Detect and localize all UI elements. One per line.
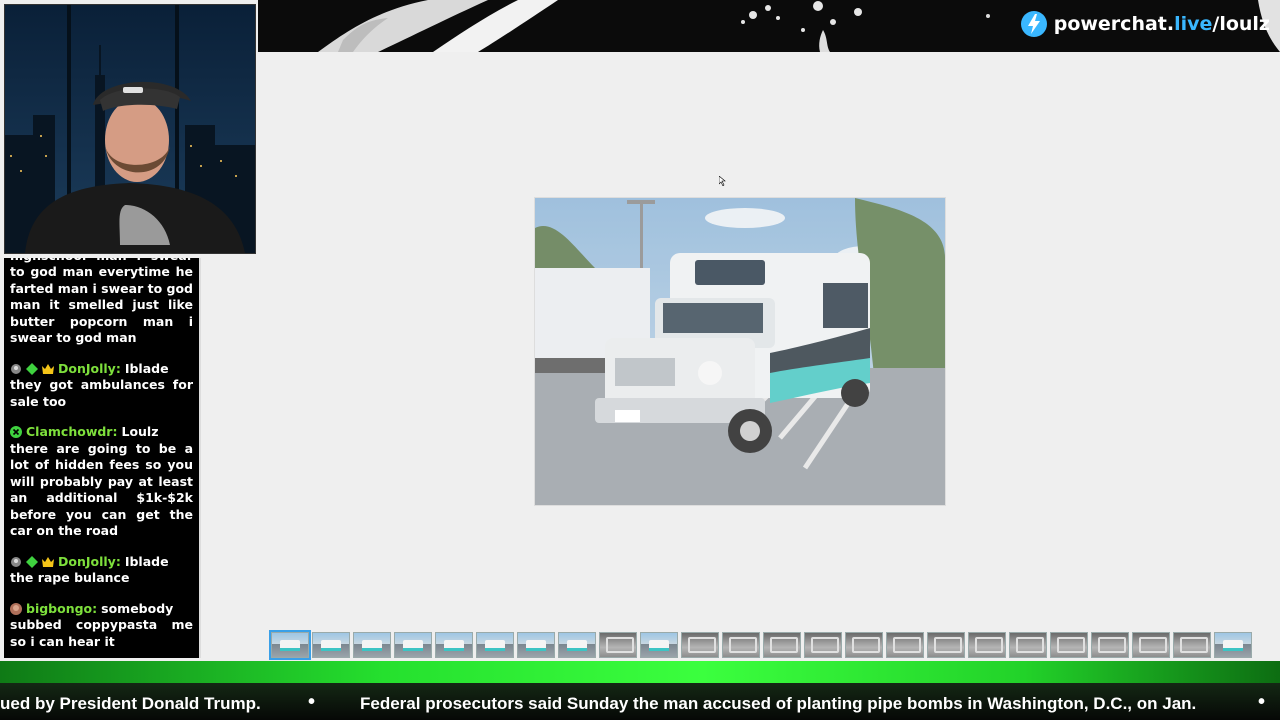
- mod-icon: [10, 556, 22, 568]
- brand-url-live: live: [1174, 13, 1213, 35]
- mouse-cursor-icon: [719, 176, 726, 186]
- photo-thumbnail[interactable]: [353, 632, 391, 658]
- chat-message: DonJolly: Iblade they got ambulances for …: [4, 361, 199, 411]
- photo-thumbnail[interactable]: [722, 632, 760, 658]
- ticker-glow-bar: [0, 661, 1280, 683]
- photo-thumbnail[interactable]: [1050, 632, 1088, 658]
- chat-panel[interactable]: highschool man i swear to god man everyt…: [4, 258, 201, 658]
- photo-thumbnail[interactable]: [886, 632, 924, 658]
- photo-thumbnail[interactable]: [927, 632, 965, 658]
- photo-thumbnail-strip: [269, 630, 1252, 660]
- chat-username[interactable]: DonJolly:: [58, 554, 121, 569]
- listing-main-photo[interactable]: [534, 197, 946, 506]
- photo-thumbnail[interactable]: [394, 632, 432, 658]
- brand-url-main: powerchat.: [1053, 13, 1175, 35]
- photo-thumbnail[interactable]: [1009, 632, 1047, 658]
- photo-thumbnail[interactable]: [845, 632, 883, 658]
- brand-logo-link[interactable]: powerchat.live/loulz: [1020, 10, 1270, 38]
- chat-message: highschool man i swear to god man everyt…: [4, 258, 199, 347]
- chat-message: bigbongo: somebody subbed coppypasta me s…: [4, 601, 199, 651]
- photo-thumbnail[interactable]: [763, 632, 801, 658]
- photo-thumbnail[interactable]: [517, 632, 555, 658]
- shuttle-bus-photo: [535, 198, 945, 505]
- chat-message-text: Loulz there are going to be a lot of hid…: [10, 424, 193, 538]
- avatar-icon: [10, 602, 22, 615]
- chat-message: DonJolly: Iblade the rape bulance: [4, 554, 199, 587]
- photo-thumbnail[interactable]: [1173, 632, 1211, 658]
- news-ticker: ued by President Donald Trump. • Federal…: [0, 661, 1280, 720]
- x-circle-icon: [10, 426, 22, 438]
- chat-username[interactable]: bigbongo:: [26, 601, 97, 616]
- chat-username[interactable]: DonJolly:: [58, 361, 121, 376]
- photo-thumbnail[interactable]: [476, 632, 514, 658]
- photo-thumbnail[interactable]: [681, 632, 719, 658]
- brand-url: powerchat.live/loulz: [1054, 13, 1270, 35]
- diamond-icon: [26, 362, 38, 375]
- photo-thumbnail[interactable]: [968, 632, 1006, 658]
- photo-thumbnail[interactable]: [599, 632, 637, 658]
- brand-url-path: /loulz: [1212, 13, 1270, 35]
- photo-thumbnail[interactable]: [1091, 632, 1129, 658]
- diamond-icon: [26, 555, 38, 568]
- photo-thumbnail[interactable]: [269, 630, 311, 660]
- chat-username[interactable]: Clamchowdr:: [26, 424, 117, 439]
- crown-icon: [42, 363, 54, 375]
- photo-thumbnail[interactable]: [804, 632, 842, 658]
- photo-thumbnail[interactable]: [435, 632, 473, 658]
- photo-thumbnail[interactable]: [640, 632, 678, 658]
- photo-thumbnail[interactable]: [1132, 632, 1170, 658]
- webcam-feed: [4, 4, 256, 254]
- streamer-webcam-image: [5, 5, 255, 253]
- ticker-separator: •: [1258, 691, 1266, 713]
- crown-icon: [42, 556, 54, 568]
- photo-thumbnail[interactable]: [558, 632, 596, 658]
- powerchat-logo-icon: [1020, 11, 1047, 37]
- photo-thumbnail[interactable]: [1214, 632, 1252, 658]
- chat-message-list: highschool man i swear to god man everyt…: [4, 258, 199, 658]
- ticker-headline-left: ued by President Donald Trump.: [0, 694, 261, 713]
- top-banner: powerchat.live/loulz: [258, 0, 1280, 52]
- chat-message-text: highschool man i swear to god man everyt…: [10, 258, 193, 345]
- ticker-headline-right: Federal prosecutors said Sunday the man …: [360, 694, 1197, 713]
- photo-thumbnail[interactable]: [312, 632, 350, 658]
- ticker-separator: •: [308, 691, 316, 713]
- mod-icon: [10, 363, 22, 375]
- chat-message: Clamchowdr: Loulz there are going to be a…: [4, 424, 199, 540]
